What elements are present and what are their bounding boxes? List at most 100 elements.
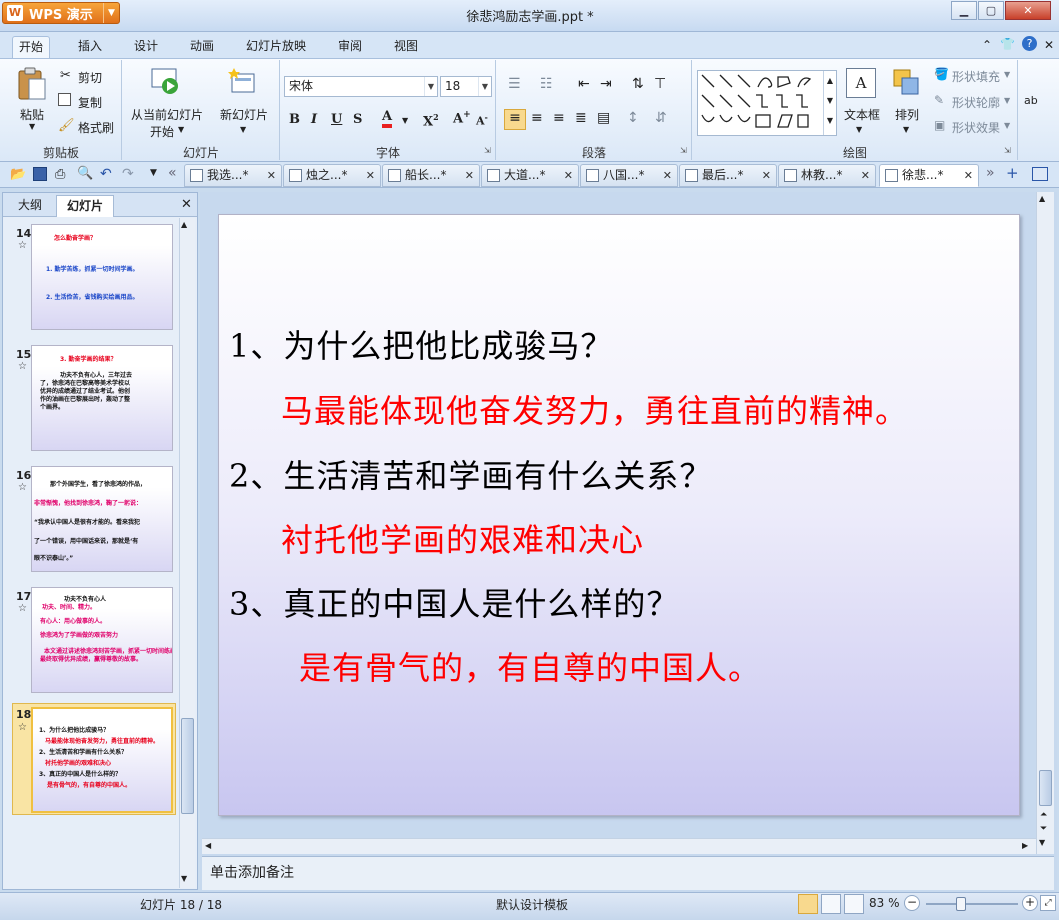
tab-design[interactable]: 设计: [128, 36, 164, 58]
customize-toolbar-icon[interactable]: ▼: [150, 168, 157, 178]
dialog-launcher-icon[interactable]: ⇲: [1004, 146, 1011, 155]
tab-view[interactable]: 视图: [388, 36, 424, 58]
tabs-scroll-left-icon[interactable]: «: [168, 165, 177, 181]
close-icon[interactable]: ✕: [861, 165, 870, 186]
tab-animation[interactable]: 动画: [184, 36, 220, 58]
slide-thumbnail-18[interactable]: 1、为什么把他比成骏马？ 马最能体现他奋发努力，勇往直前的精神。 2、生活清苦和…: [31, 707, 173, 813]
align-right-button[interactable]: ≡: [553, 110, 565, 126]
zoom-level[interactable]: 83 %: [869, 896, 900, 910]
slide-question-3[interactable]: 3、真正的中国人是什么样的？: [229, 579, 679, 625]
doc-tab[interactable]: 我选...* ✕: [184, 164, 282, 187]
doc-tab[interactable]: 船长...* ✕: [382, 164, 480, 187]
decrease-indent-icon[interactable]: ⇤: [578, 76, 590, 92]
zoom-out-button[interactable]: −: [904, 895, 920, 911]
shape-outline-button[interactable]: 形状轮廓: [952, 94, 1000, 111]
more-tools-icon[interactable]: ab: [1024, 94, 1038, 107]
increase-indent-icon[interactable]: ⇥: [600, 76, 612, 92]
notes-input[interactable]: 单击添加备注: [202, 856, 1054, 890]
doc-tab-active[interactable]: 徐悲...* ✕: [879, 164, 979, 187]
close-icon[interactable]: ✕: [564, 165, 573, 186]
app-menu-button[interactable]: W WPS 演示 ▼: [2, 2, 120, 24]
tab-slideshow[interactable]: 幻灯片放映: [240, 36, 312, 58]
align-center-button[interactable]: ≡: [531, 110, 543, 126]
close-icon[interactable]: ✕: [964, 165, 973, 186]
save-icon[interactable]: [33, 167, 47, 181]
print-preview-icon[interactable]: 🔍: [77, 166, 93, 181]
close-icon[interactable]: ✕: [366, 165, 375, 186]
close-button[interactable]: ✕: [1005, 1, 1051, 20]
help-icon[interactable]: ?: [1022, 36, 1037, 51]
close-icon[interactable]: ✕: [762, 165, 771, 186]
tabs-scroll-right-icon[interactable]: »: [986, 165, 995, 181]
align-left-button[interactable]: ≡: [504, 109, 526, 130]
justify-button[interactable]: ≣: [575, 110, 587, 126]
zoom-in-button[interactable]: +: [1022, 895, 1038, 911]
scroll-right-icon[interactable]: ▶: [1022, 841, 1028, 850]
new-slide-icon[interactable]: [228, 68, 258, 96]
close-pane-icon[interactable]: ✕: [181, 197, 192, 212]
slide-answer-1[interactable]: 马最能体现他奋发努力，勇往直前的精神。: [281, 386, 908, 432]
previous-slide-icon[interactable]: ⏶: [1040, 810, 1047, 820]
undo-icon[interactable]: ↶: [100, 166, 112, 182]
close-icon[interactable]: ✕: [465, 165, 474, 186]
doc-tab[interactable]: 八国...* ✕: [580, 164, 678, 187]
next-slide-icon[interactable]: ⏷: [1040, 824, 1047, 834]
minimize-button[interactable]: ▁: [951, 1, 977, 20]
doc-tab[interactable]: 最后...* ✕: [679, 164, 777, 187]
slideshow-button[interactable]: [844, 894, 864, 914]
chevron-down-icon[interactable]: ▼: [178, 125, 184, 134]
slide-thumbnail-17[interactable]: 功夫不负有心人 功夫、时间、精力。 有心人：用心做事的人。 徐悲鸿为了学画做的艰…: [31, 587, 173, 693]
tab-outline[interactable]: 大纲: [8, 195, 52, 217]
slide-thumbnail-15[interactable]: 3. 勤奋学画的结果？ 功夫不负有心人，三年过去 了，徐悲鸿在巴黎高等美术学校以…: [31, 345, 173, 451]
textbox-icon[interactable]: A: [846, 68, 876, 98]
new-tab-icon[interactable]: +: [1006, 164, 1019, 182]
paragraph-spacing-icon[interactable]: ⇵: [655, 110, 667, 126]
text-direction-icon[interactable]: ⇅: [632, 76, 644, 92]
normal-view-button[interactable]: [798, 894, 818, 914]
italic-button[interactable]: I: [311, 112, 317, 127]
scroll-thumb[interactable]: [181, 718, 194, 814]
font-size-select[interactable]: 18 ▼: [440, 76, 492, 97]
scroll-down-icon[interactable]: ▼: [181, 874, 187, 883]
doc-tab[interactable]: 林教...* ✕: [778, 164, 876, 187]
fit-window-button[interactable]: ⤢: [1040, 895, 1056, 911]
slide-vertical-scrollbar[interactable]: ▲ ⏶ ⏷ ▼: [1036, 192, 1054, 854]
underline-button[interactable]: U: [331, 112, 342, 127]
scroll-up-icon[interactable]: ▲: [181, 220, 187, 229]
slide-question-2[interactable]: 2、生活清苦和学画有什么关系？: [229, 451, 712, 497]
superscript-button[interactable]: X2: [423, 112, 439, 129]
font-color-button[interactable]: A: [382, 110, 393, 128]
shapes-gallery[interactable]: ▲ ▼ ▼: [697, 70, 837, 136]
open-folder-icon[interactable]: 📂: [10, 167, 26, 182]
shirt-icon[interactable]: 👕: [1000, 37, 1015, 51]
scroll-left-icon[interactable]: ◀: [205, 841, 211, 850]
from-current-label[interactable]: 从当前幻灯片: [131, 106, 203, 123]
grow-font-button[interactable]: A+: [453, 110, 471, 126]
window-layout-icon[interactable]: [1032, 167, 1048, 181]
strikethrough-button[interactable]: S: [353, 112, 362, 127]
doc-tab[interactable]: 烛之...* ✕: [283, 164, 381, 187]
align-text-icon[interactable]: ⊤: [654, 76, 666, 92]
slide-sorter-button[interactable]: [821, 894, 841, 914]
scroll-down-icon[interactable]: ▼: [1039, 838, 1045, 847]
arrange-label[interactable]: 排列: [895, 106, 919, 123]
doc-tab[interactable]: 大道...* ✕: [481, 164, 579, 187]
shape-effect-button[interactable]: 形状效果: [952, 119, 1000, 136]
chevron-down-icon[interactable]: ▼: [1004, 96, 1010, 105]
tab-review[interactable]: 审阅: [332, 36, 368, 58]
slide-answer-2[interactable]: 衬托他学画的艰难和决心: [281, 515, 644, 561]
distribute-button[interactable]: ▤: [597, 110, 610, 126]
bold-button[interactable]: B: [289, 112, 300, 127]
slide-question-1[interactable]: 1、为什么把他比成骏马？: [229, 321, 613, 367]
slide-thumbnail-14[interactable]: 怎么勤奋学画？ 1. 勤学苦练，抓紧一切时间学画。 2. 生活俭苦，省钱购买绘画…: [31, 224, 173, 330]
cut-button[interactable]: 剪切: [78, 69, 102, 86]
close-icon[interactable]: ✕: [663, 165, 672, 186]
scroll-thumb[interactable]: [1039, 770, 1052, 806]
close-icon[interactable]: ✕: [267, 165, 276, 186]
slide-canvas[interactable]: 1、为什么把他比成骏马？ 马最能体现他奋发努力，勇往直前的精神。 2、生活清苦和…: [218, 214, 1020, 816]
line-spacing-icon[interactable]: ↕: [627, 110, 639, 126]
redo-icon[interactable]: ↷: [122, 166, 134, 182]
shrink-font-button[interactable]: A-: [476, 112, 488, 128]
chevron-down-icon[interactable]: ▼: [1004, 121, 1010, 130]
chevron-down-icon[interactable]: ▼: [240, 125, 246, 134]
